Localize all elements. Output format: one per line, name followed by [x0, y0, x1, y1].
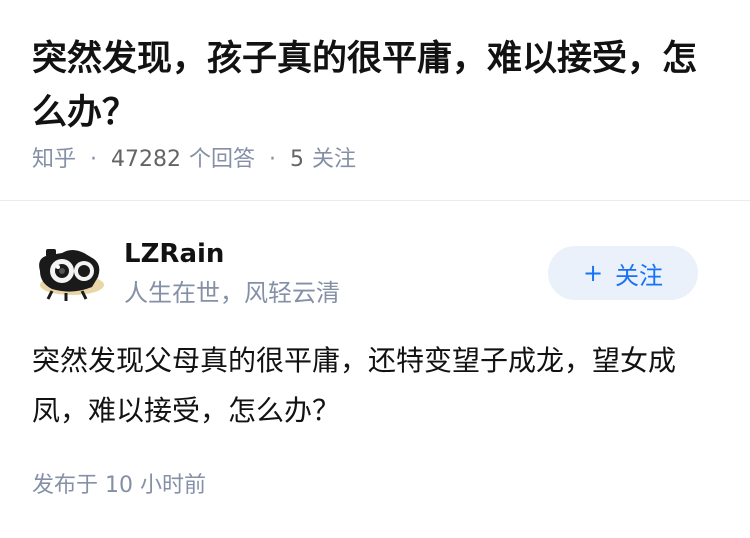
- question-meta: 知乎 · 47282 个回答 · 5 关注: [32, 145, 356, 175]
- followers-count: 5: [290, 147, 305, 172]
- follow-button-label: 关注: [615, 261, 664, 290]
- avatar[interactable]: [32, 241, 106, 301]
- answers-count[interactable]: 47282: [111, 145, 181, 175]
- follow-button[interactable]: + 关注: [548, 246, 698, 300]
- author-name[interactable]: LZRain: [124, 236, 224, 272]
- published-time: 10 小时前: [105, 473, 207, 498]
- author-bio: 人生在世，风轻云清: [124, 279, 340, 307]
- separator-dot: ·: [90, 147, 98, 172]
- separator-dot: ·: [269, 147, 277, 172]
- question-header: 突然发现，孩子真的很平庸，难以接受，怎么办？ 知乎 · 47282 个回答 · …: [0, 0, 750, 200]
- question-title[interactable]: 突然发现，孩子真的很平庸，难以接受，怎么办？: [32, 32, 722, 140]
- followers-label: 关注: [312, 147, 357, 172]
- publish-info: 发布于 10 小时前: [32, 471, 206, 501]
- answer-content[interactable]: 突然发现父母真的很平庸，还特变望子成龙，望女成凤，难以接受，怎么办？: [32, 336, 722, 436]
- camera-cartoon-avatar-icon: [39, 249, 104, 301]
- published-label: 发布于: [32, 473, 99, 498]
- answers-label[interactable]: 个回答: [189, 145, 255, 175]
- answer-card: LZRain 人生在世，风轻云清 + 关注 突然发现父母真的很平庸，还特变望子成…: [0, 201, 750, 538]
- plus-icon: +: [582, 259, 604, 287]
- source-label[interactable]: 知乎: [32, 145, 76, 175]
